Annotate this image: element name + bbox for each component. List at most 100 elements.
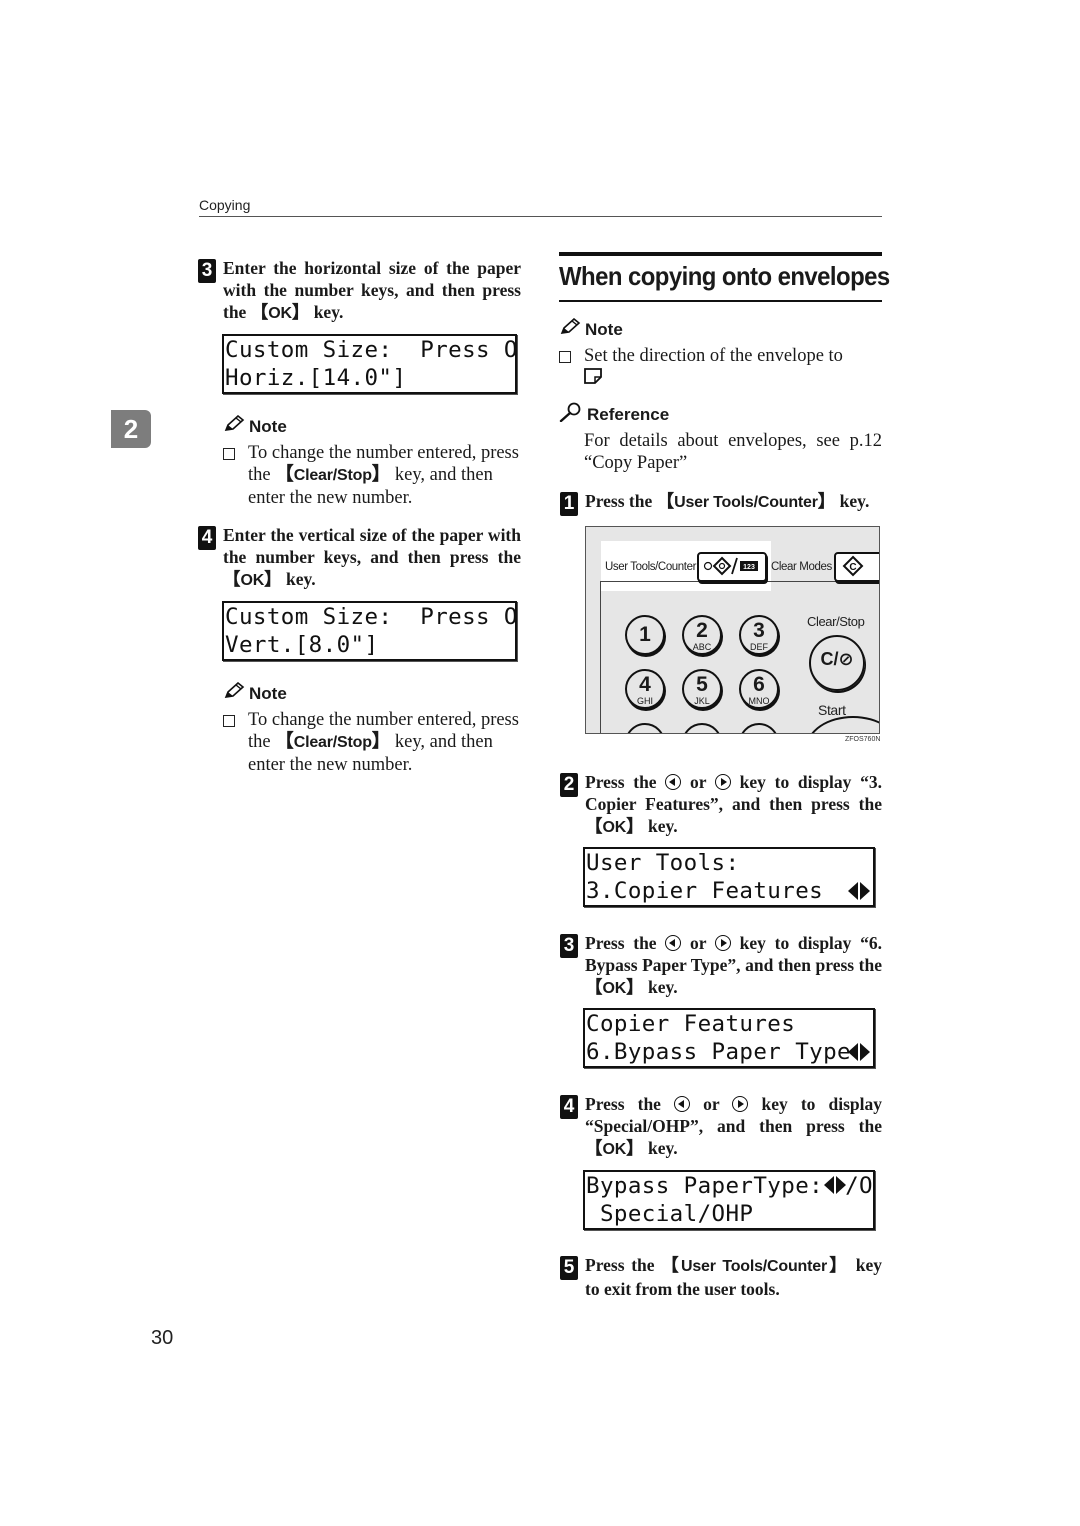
section-rule-top (559, 252, 882, 256)
key-letters: JKL (694, 696, 710, 706)
step-text: Enter the vertical size of the paper wit… (223, 525, 521, 567)
note-item: To change the number entered, press the … (223, 442, 523, 512)
ok-key-label: OK (602, 1141, 627, 1158)
left-arrow-key-icon (665, 774, 682, 790)
note-item: To change the number entered, press the … (223, 709, 523, 779)
step-1-user-tools: 1 Press the 【User Tools/Counter】 key. (560, 490, 883, 516)
running-header: Copying (199, 197, 251, 213)
lcd-line-1: Custom Size: Press OK (225, 337, 517, 363)
lcd-line-2: Special/OHP (586, 1201, 754, 1227)
step-text: key. (835, 491, 870, 511)
user-tools-counter-icon: 123 (703, 556, 758, 576)
clear-stop-label: Clear/Stop (807, 614, 865, 629)
clear-stop-key-label: Clear/Stop (293, 734, 372, 751)
step-number: 5 (560, 1256, 578, 1280)
lcd-line-2: 6.Bypass Paper Type (586, 1039, 865, 1065)
right-arrow-key-icon (732, 1096, 749, 1112)
checkbox-bullet-icon (223, 448, 235, 460)
number-key-5[interactable]: 5 JKL (682, 669, 722, 709)
note-heading: Note (223, 681, 287, 705)
pencil-icon (223, 681, 245, 705)
step-number: 3 (560, 934, 578, 958)
step-text: Press the (585, 1255, 662, 1275)
note-item: Set the direction of the envelope to (559, 345, 884, 389)
lcd-line-1-suffix: /OK (845, 1173, 873, 1199)
number-key-3[interactable]: 3 DEF (739, 615, 779, 655)
key-letters: DEF (750, 642, 768, 652)
left-arrow-key-icon (674, 1096, 691, 1112)
section-title: When copying onto envelopes (559, 261, 890, 291)
reference-text: For details about envelopes, see p.12 “C… (584, 431, 882, 473)
step-instruction: Press the 【User Tools/Counter】 key to ex… (585, 1255, 882, 1299)
left-arrow-key-icon (665, 935, 682, 951)
lcd-line-1: Bypass PaperType: (586, 1173, 824, 1199)
step-number: 4 (198, 526, 216, 550)
number-key-6[interactable]: 6 MNO (739, 669, 779, 709)
lcd-display-horizontal: Custom Size: Press OK Horiz.[14.0"] (222, 334, 517, 394)
note-title: Note (249, 683, 287, 703)
lcd-display-copier-features: Copier Features 6.Bypass Paper Type (583, 1008, 875, 1068)
ok-key-label: OK (602, 980, 627, 997)
lcd-line-1: Custom Size: Press OK (225, 604, 517, 630)
number-key-1[interactable]: 1 (625, 615, 665, 655)
step-2-copier-features: 2 Press the or key to display “3. Copier… (560, 771, 883, 841)
step-instruction: Press the or key to display “Special/OHP… (585, 1094, 883, 1159)
step-text: key. (643, 1138, 678, 1158)
svg-text:C: C (849, 562, 856, 573)
step-4-special-ohp: 4 Press the or key to display “Special/O… (560, 1093, 883, 1163)
checkbox-bullet-icon (559, 351, 571, 363)
lcd-display-user-tools: User Tools: 3.Copier Features (583, 847, 875, 907)
lcd-display-bypass-paper-type: Bypass PaperType: /OK Special/OHP (583, 1170, 875, 1230)
right-arrow-key-icon (714, 774, 731, 790)
checkbox-bullet-icon (223, 715, 235, 727)
step-number: 1 (560, 492, 578, 516)
step-number: 4 (560, 1095, 578, 1119)
key-digit: 2 (696, 619, 708, 642)
key-digit: 4 (639, 673, 651, 696)
reference-heading: Reference (559, 402, 669, 427)
lcd-line-1: Copier Features (586, 1011, 796, 1037)
key-letters: MNO (748, 696, 770, 706)
chapter-tab: 2 (111, 410, 151, 448)
left-right-arrow-icon (823, 1175, 847, 1195)
clear-modes-icon: C (842, 555, 864, 577)
step-5-exit-user-tools: 5 Press the 【User Tools/Counter】 key to … (560, 1254, 883, 1302)
step-text: Press the (585, 772, 666, 792)
note-text: Set the direction of the envelope to (584, 346, 843, 366)
section-rule-bottom (559, 300, 882, 302)
step-instruction: Enter the horizontal size of the paper w… (223, 258, 521, 323)
step-number: 3 (198, 259, 216, 283)
step-text: key. (643, 816, 678, 836)
key-digit: 3 (753, 619, 765, 642)
magnifier-icon (559, 402, 583, 427)
ok-key-label: OK (602, 819, 627, 836)
counter-badge: 123 (743, 564, 755, 571)
right-arrow-key-icon (714, 935, 731, 951)
key-letters: GHI (636, 696, 653, 706)
lcd-line-1: User Tools: (586, 850, 740, 876)
clear-modes-label: Clear Modes (771, 561, 832, 573)
key-digit: 5 (696, 673, 708, 696)
user-tools-key-label: User Tools/Counter (674, 494, 818, 511)
step-text: key. (309, 302, 344, 322)
number-key-2[interactable]: 2 ABC (682, 615, 722, 655)
figure-id: ZFOS760N (845, 736, 881, 743)
step-text: or (690, 1094, 733, 1114)
step-instruction: Enter the vertical size of the paper wit… (223, 525, 521, 590)
ok-key-label: OK (240, 572, 265, 589)
number-key-4[interactable]: 4 GHI (625, 669, 665, 709)
left-right-arrow-icon (847, 881, 871, 901)
user-tools-counter-button[interactable]: 123 (697, 552, 767, 582)
step-instruction: Press the or key to display “6. Bypass P… (585, 933, 883, 998)
step-instruction: Press the or key to display “3. Copier F… (585, 772, 883, 837)
lcd-display-vertical: Custom Size: Press OK Vert.[8.0"] (222, 601, 517, 661)
lcd-line-2: Horiz.[14.0"] (225, 365, 407, 391)
clear-modes-button[interactable]: C (834, 552, 879, 582)
ok-key-label: OK (268, 305, 292, 322)
page-number: 30 (151, 1327, 174, 1349)
step-text: Press the (585, 491, 657, 511)
note-title: Note (249, 416, 287, 436)
note-heading: Note (223, 414, 287, 438)
clear-stop-key[interactable]: C/⊘ (809, 635, 865, 691)
step-instruction: Press the 【User Tools/Counter】 key. (585, 491, 870, 512)
